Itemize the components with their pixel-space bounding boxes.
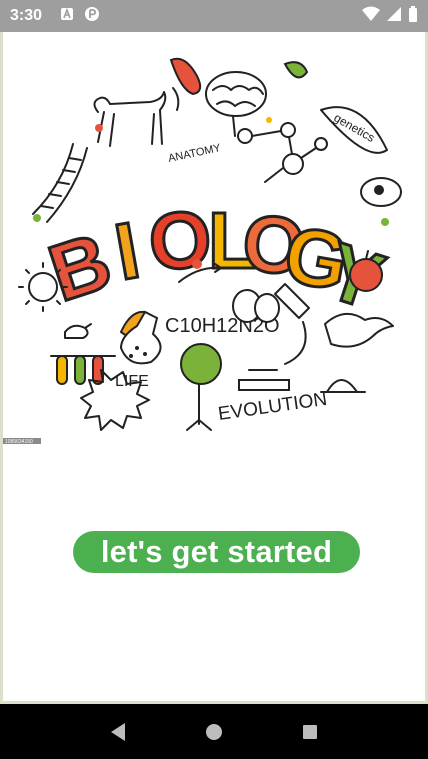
bacteria-doodle bbox=[169, 57, 202, 96]
recents-icon[interactable] bbox=[290, 712, 330, 752]
tree-doodle bbox=[180, 343, 222, 431]
battery-icon bbox=[408, 5, 418, 27]
home-icon[interactable] bbox=[194, 712, 234, 752]
molecule-doodle bbox=[237, 122, 328, 183]
cell-doodle bbox=[360, 177, 402, 207]
turtle-doodle bbox=[320, 379, 366, 393]
svg-text:1085634150: 1085634150 bbox=[5, 439, 33, 444]
status-bar: 3:30 bbox=[0, 0, 428, 32]
genetics-tag-doodle: genetics bbox=[320, 106, 388, 154]
leaf-doodle bbox=[283, 61, 309, 79]
cell-signal-icon bbox=[386, 6, 402, 27]
wifi-icon bbox=[362, 6, 380, 27]
life-badge-doodle: LIFE bbox=[80, 369, 150, 431]
dog-doodle bbox=[93, 87, 180, 147]
test-tubes-doodle bbox=[50, 355, 116, 385]
mouse-doodle bbox=[64, 323, 92, 339]
watermark-id-tag: 1085634150 bbox=[3, 438, 41, 444]
status-time: 3:30 bbox=[10, 7, 43, 24]
dna-doodle bbox=[32, 143, 88, 223]
title-letter-b: B bbox=[39, 216, 121, 318]
life-label: LIFE bbox=[115, 373, 149, 390]
evolution-label: EVOLUTION bbox=[217, 389, 329, 425]
lungs-doodle bbox=[232, 289, 280, 323]
lets-get-started-button[interactable]: let's get started bbox=[73, 531, 360, 573]
back-icon[interactable] bbox=[98, 712, 138, 752]
navigation-bar bbox=[0, 704, 428, 759]
flask-doodle bbox=[119, 310, 162, 365]
biology-title-art: B I O L O G Y bbox=[37, 192, 395, 328]
biology-hero-illustration: .ol { stroke:#222; stroke-width:2; fill:… bbox=[3, 32, 425, 444]
anatomy-label: ANATOMY bbox=[167, 142, 222, 165]
pocket-app-icon bbox=[84, 6, 100, 27]
a-icon bbox=[60, 7, 74, 26]
brain-doodle bbox=[205, 71, 267, 137]
title-letter-o1: O bbox=[146, 194, 214, 287]
